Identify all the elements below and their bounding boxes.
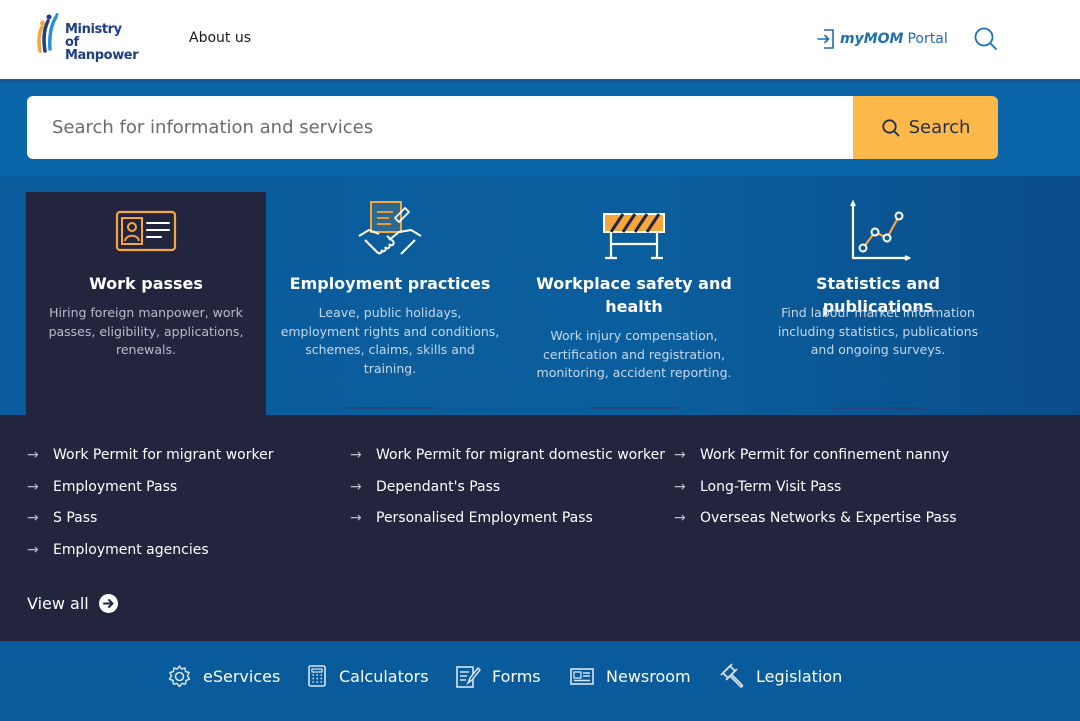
arrow-right-icon: →	[27, 510, 39, 526]
mom-logo[interactable]: Ministry of Manpower	[36, 13, 139, 62]
barrier-icon	[603, 213, 665, 260]
quick-link-legislation[interactable]: Legislation	[719, 663, 842, 689]
arrow-right-icon: →	[350, 447, 362, 463]
quick-link-label: Legislation	[756, 666, 843, 686]
category-divider	[345, 407, 435, 409]
link-work-permit-confinement-nanny[interactable]: → Work Permit for confinement nanny	[674, 445, 949, 465]
arrow-right-icon: →	[350, 510, 362, 526]
link-work-permit-domestic-worker[interactable]: → Work Permit for migrant domestic worker	[350, 445, 665, 465]
link-overseas-networks-pass[interactable]: → Overseas Networks & Expertise Pass	[674, 508, 957, 528]
link-work-permit-migrant-worker[interactable]: → Work Permit for migrant worker	[27, 445, 273, 465]
link-label: Employment agencies	[53, 542, 209, 558]
category-title: Workplace safety and health	[536, 274, 732, 316]
logo-text: Ministry of Manpower	[65, 22, 139, 63]
link-label: Work Permit for migrant domestic worker	[376, 447, 665, 463]
link-dependants-pass[interactable]: → Dependant's Pass	[350, 477, 500, 497]
link-label: S Pass	[53, 510, 98, 526]
line-chart-icon	[850, 200, 911, 261]
link-employment-agencies[interactable]: → Employment agencies	[27, 540, 209, 560]
logo-line-2: Manpower	[65, 48, 139, 63]
arrow-right-icon: →	[350, 479, 362, 495]
link-long-term-visit-pass[interactable]: → Long-Term Visit Pass	[674, 477, 841, 497]
category-divider	[833, 407, 923, 409]
calculator-icon	[308, 665, 326, 687]
arrow-right-icon: →	[27, 542, 39, 558]
quick-link-label: Calculators	[339, 666, 429, 686]
arrow-right-icon: →	[27, 479, 39, 495]
category-work-passes[interactable]: Work passes Hiring foreign manpower, wor…	[26, 192, 266, 415]
link-label: Long-Term Visit Pass	[700, 479, 842, 495]
quick-link-calculators[interactable]: Calculators	[306, 663, 429, 689]
link-label: Overseas Networks & Expertise Pass	[700, 510, 957, 526]
search-icon	[881, 118, 899, 136]
arrow-right-icon: →	[27, 447, 39, 463]
gavel-icon	[720, 663, 744, 688]
link-s-pass[interactable]: → S Pass	[27, 508, 97, 528]
search-field[interactable]	[27, 96, 853, 159]
header-search-button[interactable]	[972, 25, 1000, 53]
search-button-label: Search	[908, 117, 971, 138]
search-icon	[974, 27, 997, 50]
login-icon	[817, 29, 834, 49]
link-label: Personalised Employment Pass	[376, 510, 593, 526]
link-label: Employment Pass	[53, 479, 178, 495]
about-us-link[interactable]: About us	[189, 30, 251, 46]
mymom-portal-link[interactable]: myMOM Portal	[816, 28, 948, 50]
form-icon	[456, 665, 481, 688]
quick-link-label: eServices	[203, 666, 281, 686]
category-description: Find labour market information including…	[777, 305, 979, 357]
arrow-circle-icon	[98, 593, 118, 613]
category-title: Work passes	[89, 274, 203, 293]
category-description: Work injury compensation, certification …	[536, 328, 732, 380]
quick-link-eservices[interactable]: eServices	[167, 663, 280, 689]
link-employment-pass[interactable]: → Employment Pass	[27, 477, 177, 497]
portal-prefix: myMOM	[840, 31, 904, 47]
arrow-right-icon: →	[674, 447, 686, 463]
portal-suffix: Portal	[907, 31, 948, 47]
gear-icon	[168, 664, 191, 687]
search-button[interactable]: Search	[853, 96, 998, 159]
link-personalised-employment-pass[interactable]: → Personalised Employment Pass	[350, 508, 593, 528]
arrow-right-icon: →	[674, 479, 686, 495]
id-card-icon	[115, 210, 177, 252]
view-all-label: View all	[27, 593, 89, 613]
search-input[interactable]	[27, 96, 853, 159]
category-employment-practices[interactable]: Employment practices Leave, public holid…	[270, 192, 510, 415]
arrow-right-icon: →	[674, 510, 686, 526]
category-workplace-safety[interactable]: Workplace safety and health Work injury …	[514, 192, 754, 415]
quick-link-label: Forms	[492, 666, 541, 686]
category-description: Leave, public holidays, employment right…	[280, 305, 500, 376]
quick-link-newsroom[interactable]: Newsroom	[569, 663, 691, 689]
category-statistics[interactable]: Statistics and publications Find labour …	[758, 192, 998, 415]
newspaper-icon	[570, 668, 594, 685]
category-title: Employment practices	[289, 274, 491, 293]
quick-link-label: Newsroom	[606, 666, 691, 686]
logo-mark-icon	[37, 13, 59, 53]
category-divider	[589, 407, 679, 409]
link-label: Dependant's Pass	[376, 479, 501, 495]
logo-line-1: Ministry of	[65, 22, 122, 50]
link-label: Work Permit for migrant worker	[53, 447, 274, 463]
quick-link-forms[interactable]: Forms	[455, 663, 541, 689]
view-all-link[interactable]: View all	[27, 591, 118, 615]
category-description: Hiring foreign manpower, work passes, el…	[48, 305, 244, 357]
handshake-icon	[358, 201, 422, 255]
site-header: Ministry of Manpower About us myMOM Port…	[0, 0, 1080, 79]
link-label: Work Permit for confinement nanny	[700, 447, 950, 463]
